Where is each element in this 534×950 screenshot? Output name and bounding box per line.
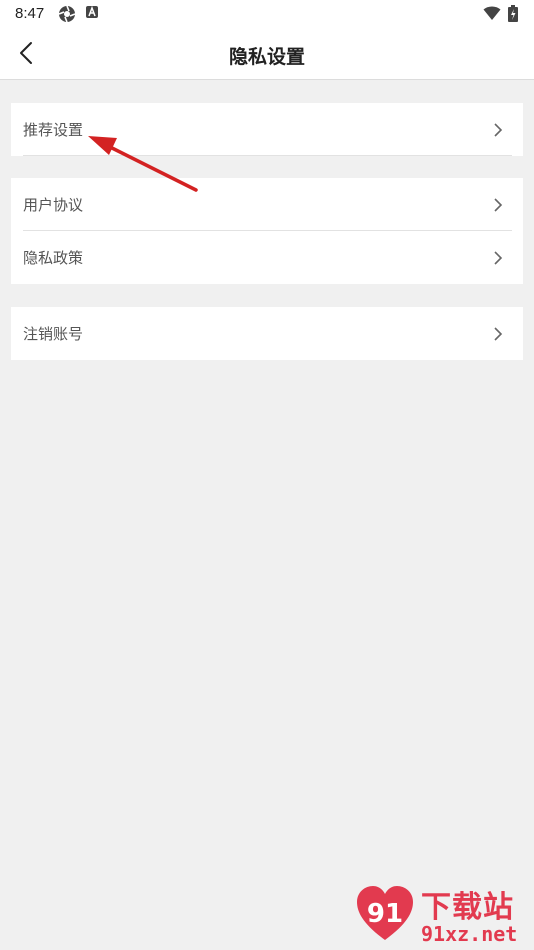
menu-item-label: 用户协议 <box>23 196 84 214</box>
menu-item-cancel-account[interactable]: 注销账号 <box>11 307 523 360</box>
aperture-icon <box>58 5 76 23</box>
app-notification-icon <box>86 5 98 18</box>
watermark-site: 91xz.net <box>421 922 518 946</box>
site-watermark: 91 下载站 91xz.net <box>353 878 528 950</box>
chevron-right-icon <box>494 327 503 341</box>
chevron-right-icon <box>494 123 503 137</box>
status-time: 8:47 <box>15 5 45 22</box>
app-header: 隐私设置 <box>0 28 534 80</box>
watermark-brand: 下载站 <box>421 890 514 925</box>
menu-item-privacy-policy[interactable]: 隐私政策 <box>11 231 523 284</box>
battery-charging-icon <box>508 5 518 22</box>
recommendation-section: 推荐设置 <box>11 103 523 156</box>
divider <box>23 155 512 156</box>
wifi-icon <box>483 6 501 20</box>
svg-text:91: 91 <box>367 899 403 929</box>
chevron-right-icon <box>494 251 503 265</box>
chevron-right-icon <box>494 198 503 212</box>
watermark-logo-icon: 91 <box>357 886 413 940</box>
account-section: 注销账号 <box>11 307 523 360</box>
menu-item-user-agreement[interactable]: 用户协议 <box>11 178 523 231</box>
agreements-section: 用户协议 隐私政策 <box>11 178 523 284</box>
status-bar: 8:47 <box>0 0 534 28</box>
menu-item-label: 隐私政策 <box>23 249 84 267</box>
menu-item-recommendation-settings[interactable]: 推荐设置 <box>11 103 523 156</box>
menu-item-label: 推荐设置 <box>23 121 84 139</box>
page-title: 隐私设置 <box>228 46 305 68</box>
menu-item-label: 注销账号 <box>23 325 84 343</box>
